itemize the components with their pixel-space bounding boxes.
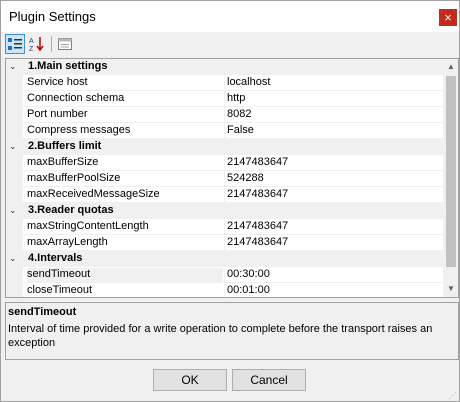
property-name[interactable]: sendTimeout [27,268,223,283]
property-name[interactable]: Connection schema [27,92,223,107]
resize-grip-icon[interactable]: ⋰ [449,391,457,400]
ok-button[interactable]: OK [153,369,227,391]
property-value[interactable]: 00:30:00 [227,268,441,283]
category-label: 4.Intervals [28,252,83,264]
scrollbar-thumb[interactable] [446,76,456,267]
property-value[interactable]: localhost [227,76,441,91]
property-row[interactable]: maxReceivedMessageSize 2147483647 [6,187,443,203]
column-divider[interactable] [224,187,225,203]
chevron-down-icon[interactable]: ⌄ [9,205,19,217]
property-name[interactable]: maxStringContentLength [27,220,223,235]
row-gutter [6,219,23,235]
property-name[interactable]: maxReceivedMessageSize [27,188,223,203]
category-label: 1.Main settings [28,60,108,72]
column-divider[interactable] [224,267,225,283]
help-panel: sendTimeout Interval of time provided fo… [5,302,459,360]
property-value[interactable]: 2147483647 [227,156,441,171]
title-bar[interactable]: Plugin Settings × [1,1,459,32]
column-divider[interactable] [224,171,225,187]
alphabetical-button[interactable]: A Z [27,34,47,54]
help-description: Interval of time provided for a write op… [8,323,433,349]
property-row[interactable]: maxBufferSize 2147483647 [6,155,443,171]
alphabetical-icon: A Z [29,37,44,52]
toolbar-separator [51,36,52,52]
property-value[interactable]: 2147483647 [227,236,441,251]
property-row[interactable]: maxBufferPoolSize 524288 [6,171,443,187]
property-value[interactable]: http [227,92,441,107]
property-row[interactable]: Compress messages False [6,123,443,139]
row-gutter [6,155,23,171]
property-name[interactable]: maxBufferSize [27,156,223,171]
cancel-button[interactable]: Cancel [232,369,306,391]
row-gutter [6,283,23,297]
property-pages-icon [58,38,72,50]
category-label: 2.Buffers limit [28,140,102,152]
categorized-icon [8,38,22,50]
row-gutter [6,75,23,91]
help-title: sendTimeout [8,306,77,318]
row-gutter [6,107,23,123]
property-value[interactable]: 2147483647 [227,220,441,235]
property-row[interactable]: Service host localhost [6,75,443,91]
property-name[interactable]: closeTimeout [27,284,223,297]
chevron-down-icon[interactable]: ⌄ [9,253,19,265]
svg-text:Z: Z [29,46,34,52]
chevron-down-icon[interactable]: ⌄ [9,61,19,73]
vertical-scrollbar[interactable]: ▲ ▼ [443,59,458,297]
category-row[interactable]: ⌄ 2.Buffers limit [6,139,443,155]
property-row[interactable]: maxArrayLength 2147483647 [6,235,443,251]
property-value[interactable]: 524288 [227,172,441,187]
chevron-down-icon[interactable]: ⌄ [9,141,19,153]
column-divider[interactable] [224,91,225,107]
property-row[interactable]: maxStringContentLength 2147483647 [6,219,443,235]
property-name[interactable]: Port number [27,108,223,123]
column-divider[interactable] [224,107,225,123]
property-name[interactable]: Service host [27,76,223,91]
svg-text:A: A [29,38,34,45]
property-row[interactable]: closeTimeout 00:01:00 [6,283,443,297]
row-gutter [6,171,23,187]
column-divider[interactable] [224,235,225,251]
category-row[interactable]: ⌄ 4.Intervals [6,251,443,267]
property-row[interactable]: Connection schema http [6,91,443,107]
categorized-button[interactable] [5,34,25,54]
property-value[interactable]: 00:01:00 [227,284,441,297]
column-divider[interactable] [224,283,225,297]
row-gutter [6,235,23,251]
property-value[interactable]: 8082 [227,108,441,123]
row-gutter [6,91,23,107]
close-button[interactable]: × [439,9,457,26]
toolbar: A Z [1,32,459,56]
property-pages-button[interactable] [55,34,75,54]
column-divider[interactable] [224,75,225,91]
property-row[interactable]: Port number 8082 [6,107,443,123]
property-name[interactable]: Compress messages [27,124,223,139]
row-gutter [6,123,23,139]
row-gutter [6,267,23,283]
property-value[interactable]: False [227,124,441,139]
scroll-up-icon[interactable]: ▲ [443,59,458,75]
category-row[interactable]: ⌄ 1.Main settings [6,59,443,75]
category-row[interactable]: ⌄ 3.Reader quotas [6,203,443,219]
row-gutter [6,187,23,203]
property-grid[interactable]: ⌄ 1.Main settings Service host localhost Con… [5,58,459,298]
column-divider[interactable] [224,123,225,139]
window-title: Plugin Settings [9,9,96,24]
property-name[interactable]: maxArrayLength [27,236,223,251]
property-row[interactable]: sendTimeout 00:30:00 [6,267,443,283]
category-label: 3.Reader quotas [28,204,114,216]
property-name[interactable]: maxBufferPoolSize [27,172,223,187]
plugin-settings-window: Plugin Settings × A Z ⌄ 1.Main settings … [0,0,460,402]
column-divider[interactable] [224,155,225,171]
scroll-down-icon[interactable]: ▼ [443,281,458,297]
column-divider[interactable] [224,219,225,235]
property-value[interactable]: 2147483647 [227,188,441,203]
